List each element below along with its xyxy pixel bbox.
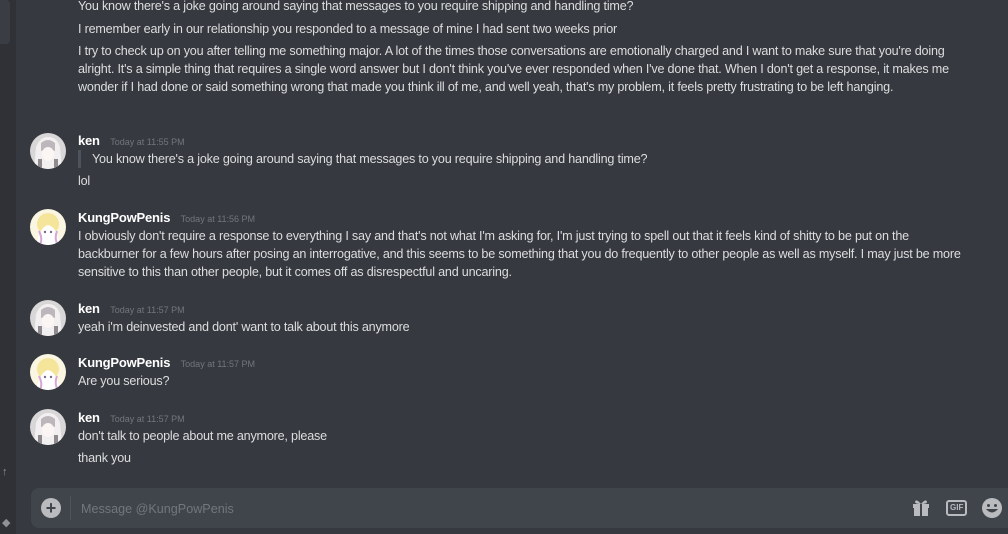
gift-icon[interactable]: [911, 497, 931, 519]
message-header: ken Today at 11:57 PM: [78, 300, 185, 318]
message-text: lol: [78, 174, 90, 188]
username[interactable]: KungPowPenis: [78, 355, 170, 370]
plus-circle-icon[interactable]: +: [41, 498, 61, 518]
message-header: ken Today at 11:55 PM: [78, 132, 185, 150]
ken-avatar-image: [30, 409, 66, 445]
message-text: thank you: [78, 451, 131, 465]
settings-icon[interactable]: ◆: [2, 516, 10, 529]
message-header: KungPowPenis Today at 11:56 PM: [78, 209, 255, 227]
message-composer: + GIF: [31, 488, 1008, 528]
gif-label: GIF: [946, 500, 968, 516]
message-text: I remember early in our relationship you…: [78, 22, 618, 36]
timestamp: Today at 11:56 PM: [180, 214, 256, 224]
timestamp: Today at 11:57 PM: [110, 414, 185, 424]
message-text: Are you serious?: [78, 374, 170, 388]
avatar[interactable]: [30, 409, 66, 445]
gif-icon[interactable]: GIF: [946, 497, 968, 519]
kungpowpenis-avatar-image: [30, 209, 66, 245]
guild-sidebar-edge: ↑ ◆: [0, 0, 16, 534]
message-header: ken Today at 11:57 PM: [78, 409, 185, 427]
avatar[interactable]: [30, 300, 66, 336]
message-text: yeah i'm deinvested and dont' want to ta…: [78, 320, 410, 334]
quoted-message: You know there's a joke going around say…: [78, 150, 968, 168]
message-input[interactable]: [79, 496, 863, 522]
ken-avatar-image: [30, 133, 66, 169]
composer-divider: [70, 496, 71, 520]
timestamp: Today at 11:57 PM: [110, 305, 185, 315]
message-text: I try to check up on you after telling m…: [78, 44, 949, 94]
timestamp: Today at 11:55 PM: [110, 137, 185, 147]
username[interactable]: ken: [78, 133, 100, 148]
message-header: KungPowPenis Today at 11:57 PM: [78, 354, 255, 372]
timestamp: Today at 11:57 PM: [180, 359, 256, 369]
avatar[interactable]: [30, 209, 66, 245]
avatar[interactable]: [30, 354, 66, 390]
username[interactable]: ken: [78, 410, 100, 425]
username[interactable]: ken: [78, 301, 100, 316]
message-text: You know there's a joke going around say…: [78, 0, 634, 13]
ken-avatar-image: [30, 300, 66, 336]
message-text: don't talk to people about me anymore, p…: [78, 429, 327, 443]
message-text: I obviously don't require a response to …: [78, 229, 961, 279]
arrow-up-icon[interactable]: ↑: [2, 466, 8, 478]
kungpowpenis-avatar-image: [30, 354, 66, 390]
message-list[interactable]: You know there's a joke going around say…: [16, 0, 1008, 488]
selected-channel-indicator[interactable]: [0, 0, 10, 44]
avatar[interactable]: [30, 133, 66, 169]
username[interactable]: KungPowPenis: [78, 210, 170, 225]
emoji-icon[interactable]: [981, 497, 1003, 519]
